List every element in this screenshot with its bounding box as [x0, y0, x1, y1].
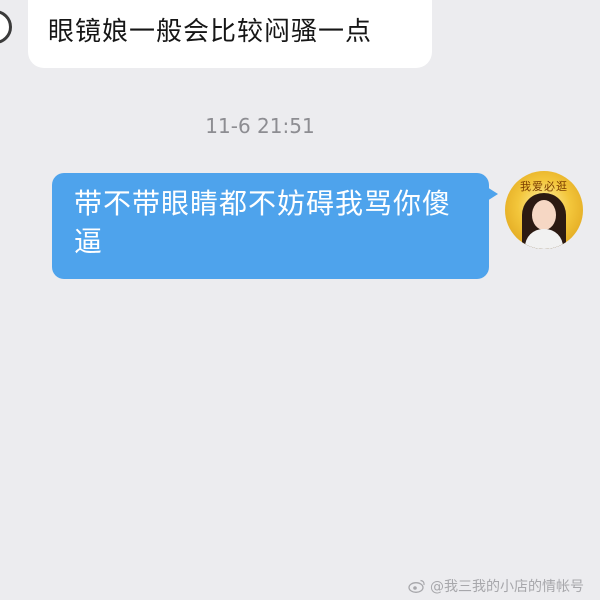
contact-avatar[interactable]: [0, 10, 12, 44]
watermark-text: @我三我的小店的情帐号: [430, 579, 584, 595]
watermark: @我三我的小店的情帐号: [408, 576, 584, 596]
incoming-message-text: 眼镜娘一般会比较闷骚一点: [48, 17, 373, 47]
incoming-message-bubble[interactable]: 眼镜娘一般会比较闷骚一点: [28, 0, 432, 68]
message-timestamp: 11-6 21:51: [205, 114, 315, 138]
outgoing-message-bubble[interactable]: 带不带眼睛都不妨碍我骂你傻逼: [52, 173, 498, 279]
chat-window: 眼镜娘一般会比较闷骚一点 11-6 21:51 带不带眼睛都不妨碍我骂你傻逼 我…: [0, 0, 600, 600]
weibo-icon: [408, 579, 426, 593]
user-avatar[interactable]: 我爱必逛: [505, 171, 583, 249]
outgoing-message-text: 带不带眼睛都不妨碍我骂你傻逼: [74, 187, 452, 258]
avatar-caption: 我爱必逛: [520, 180, 568, 193]
avatar-face: [532, 200, 556, 230]
